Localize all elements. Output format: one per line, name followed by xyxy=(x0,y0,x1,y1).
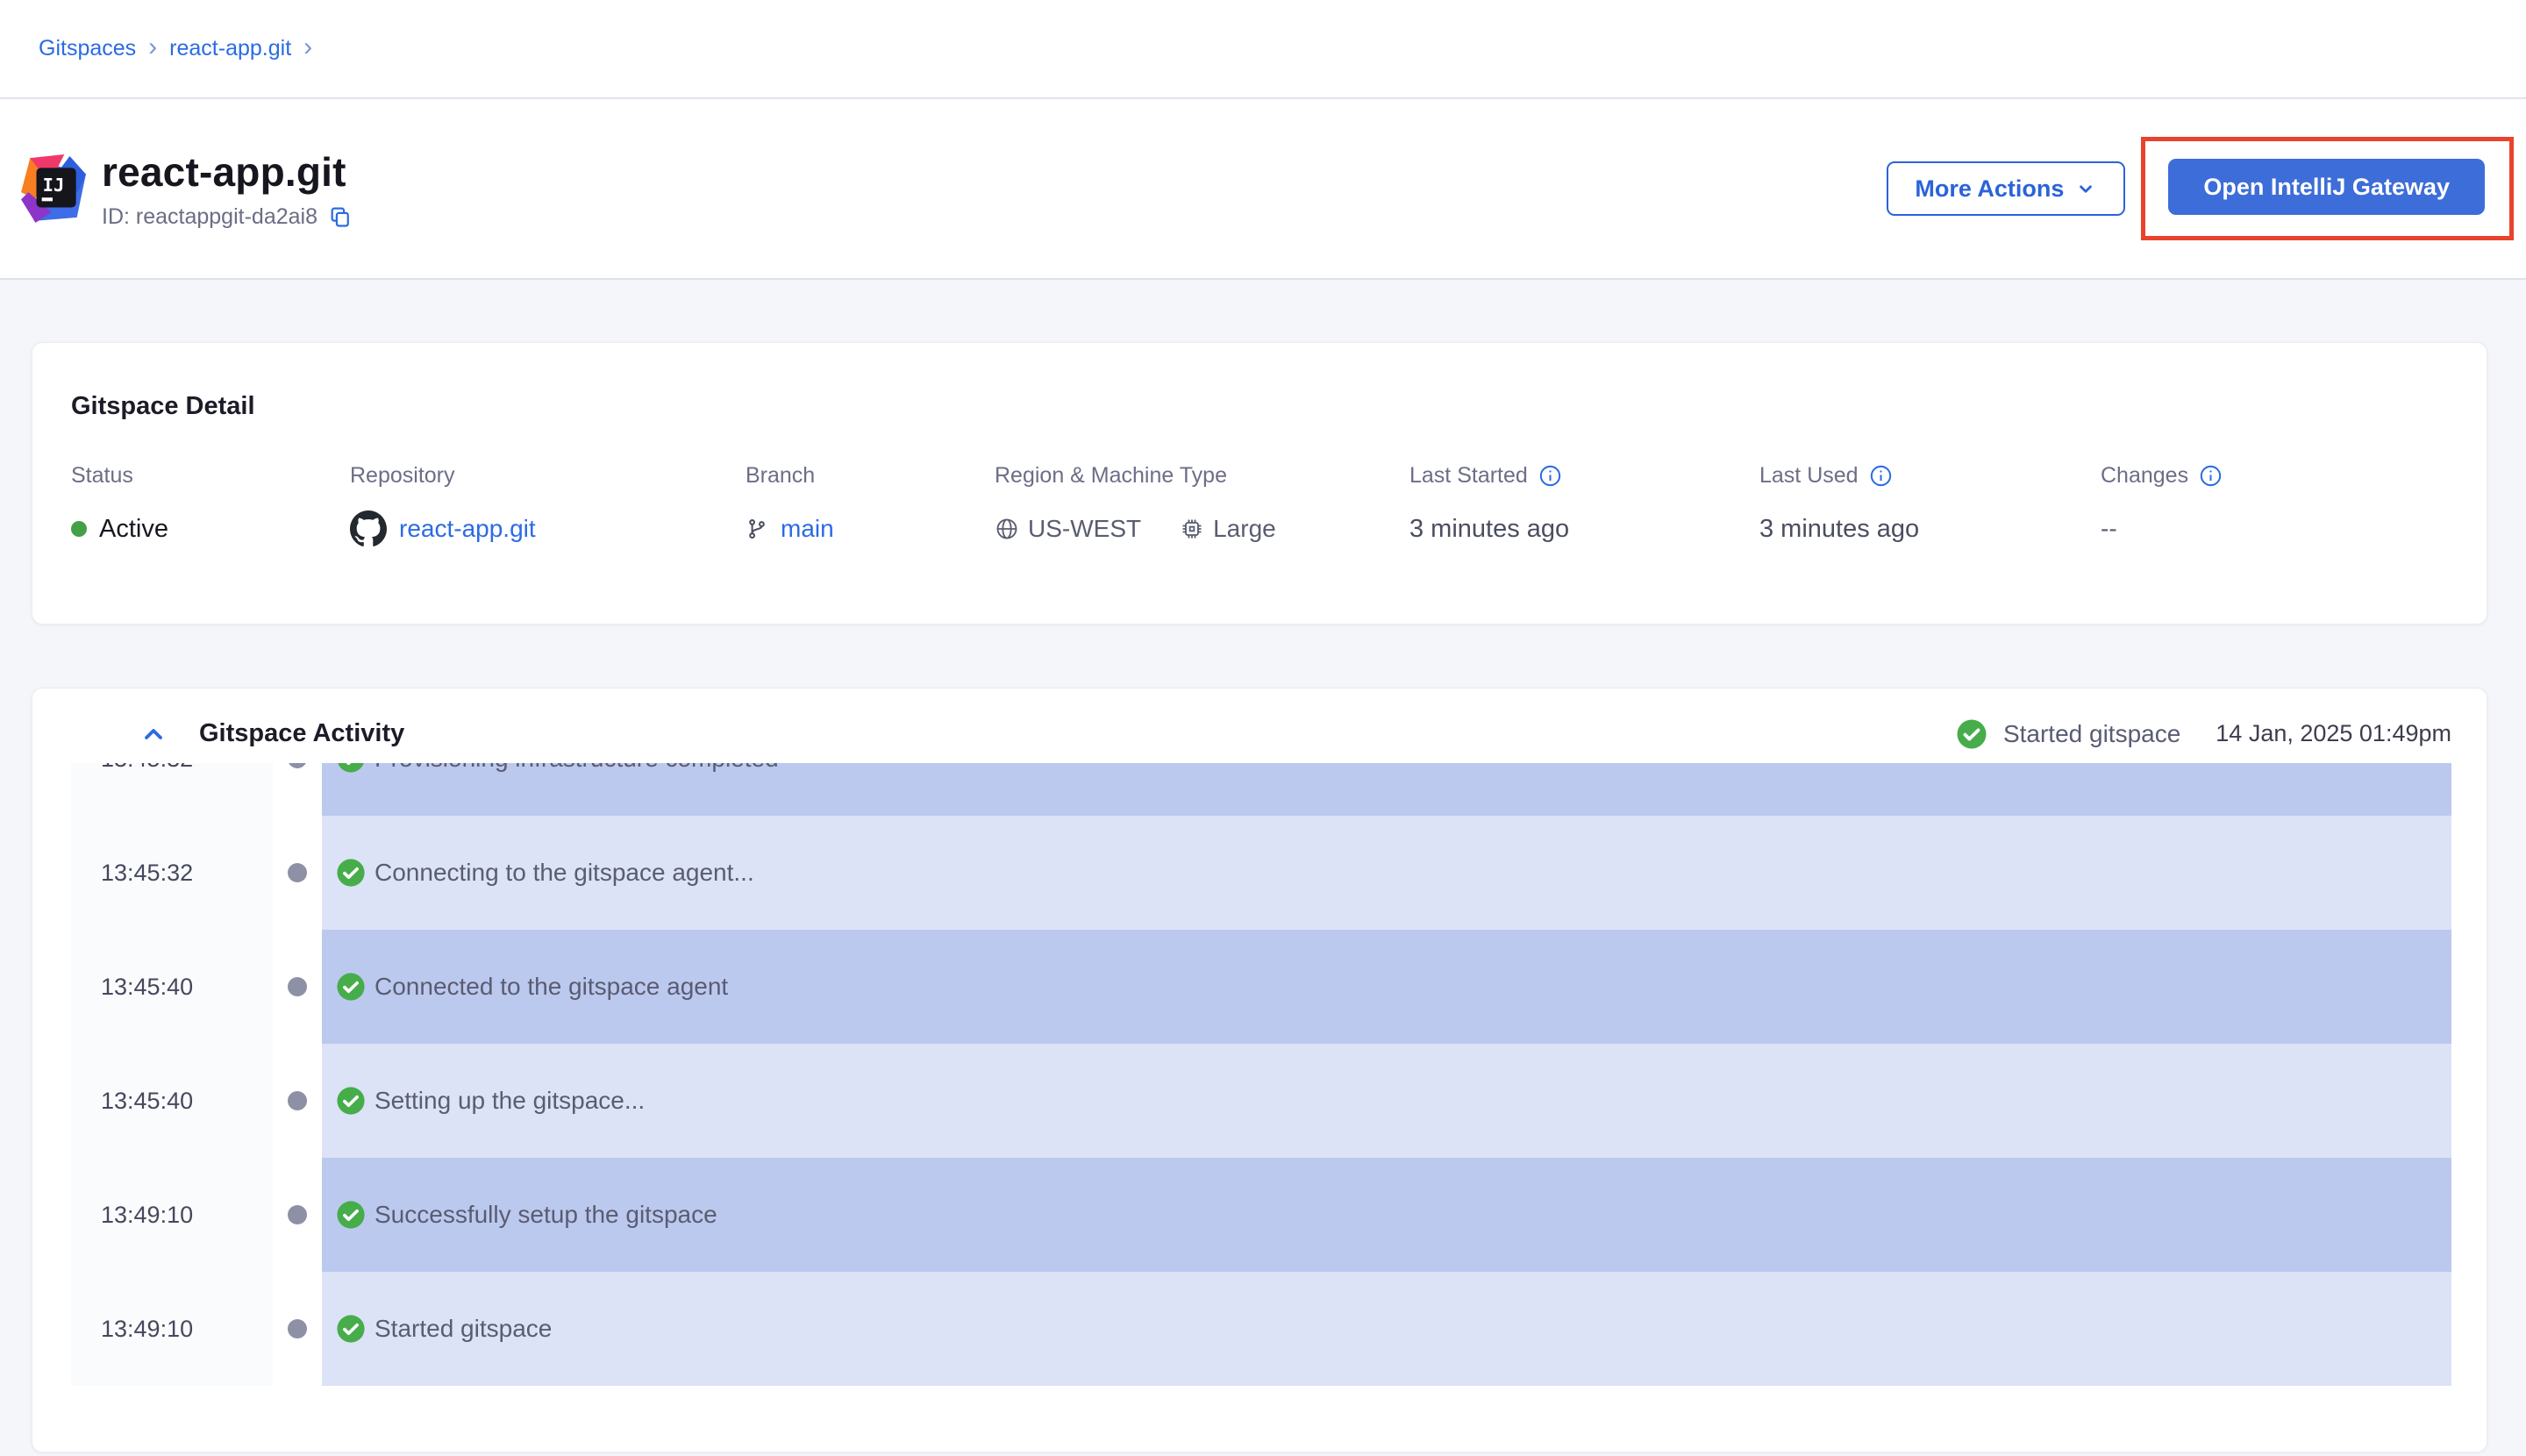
machine-chip-icon xyxy=(1180,517,1204,541)
timeline-dot-icon xyxy=(288,763,307,768)
open-intellij-gateway-button[interactable]: Open IntelliJ Gateway xyxy=(2168,159,2485,215)
changes-value: -- xyxy=(2101,510,2487,548)
activity-list: 13:45:32 Provisioning infrastructure com… xyxy=(71,763,2451,1386)
intellij-logo-icon: IJ xyxy=(21,154,86,223)
info-icon[interactable] xyxy=(1538,464,1562,488)
check-circle-icon xyxy=(336,1314,366,1344)
log-timestamp: 13:45:40 xyxy=(71,930,273,1044)
activity-log-scroll-area[interactable]: 13:45:32 Provisioning infrastructure com… xyxy=(71,763,2451,1386)
check-circle-icon xyxy=(336,1200,366,1230)
status-label: Status xyxy=(71,463,350,489)
timeline-dot-icon xyxy=(288,977,307,996)
activity-log-row: 13:49:10 Successfully setup the gitspace xyxy=(71,1158,2451,1272)
log-message: Connected to the gitspace agent xyxy=(375,973,728,1001)
github-icon xyxy=(350,510,387,547)
page-title: react-app.git xyxy=(102,148,353,196)
breadcrumb: Gitspaces › react-app.git › xyxy=(0,0,2526,99)
activity-card-title: Gitspace Activity xyxy=(199,719,404,748)
field-branch: Branch main xyxy=(746,463,995,548)
last-started-value: 3 minutes ago xyxy=(1409,510,1759,548)
field-changes: Changes -- xyxy=(2101,463,2487,548)
chevron-down-icon xyxy=(2074,177,2097,200)
main-content: Gitspace Detail Status Active Repository… xyxy=(0,280,2526,1452)
log-timestamp: 13:45:40 xyxy=(71,1044,273,1158)
log-message: Connecting to the gitspace agent... xyxy=(375,859,754,887)
timeline-lane xyxy=(273,1272,322,1386)
activity-log-row: 13:45:32 Connecting to the gitspace agen… xyxy=(71,816,2451,930)
git-branch-icon xyxy=(746,517,768,540)
machine-type-value: Large xyxy=(1213,515,1276,543)
timeline-dot-icon xyxy=(288,1091,307,1110)
check-circle-icon xyxy=(336,858,366,888)
collapse-chevron-up-icon[interactable] xyxy=(139,720,168,748)
svg-text:IJ: IJ xyxy=(43,175,65,196)
repository-label: Repository xyxy=(350,463,746,489)
timeline-lane xyxy=(273,816,322,930)
more-actions-button[interactable]: More Actions xyxy=(1887,161,2125,216)
field-last-used: Last Used 3 minutes ago xyxy=(1759,463,2101,548)
globe-icon xyxy=(995,517,1019,541)
gitspace-detail-card: Gitspace Detail Status Active Repository… xyxy=(32,342,2487,625)
log-message: Started gitspace xyxy=(375,1315,552,1343)
field-repository: Repository react-app.git xyxy=(350,463,746,548)
check-circle-icon xyxy=(1956,718,1987,750)
breadcrumb-link-current[interactable]: react-app.git xyxy=(169,36,291,61)
check-circle-icon xyxy=(336,1086,366,1116)
changes-label: Changes xyxy=(2101,463,2188,489)
annotation-highlight-box: Open IntelliJ Gateway xyxy=(2141,137,2514,240)
status-active-dot xyxy=(71,521,87,537)
check-circle-icon xyxy=(336,972,366,1002)
timeline-dot-icon xyxy=(288,1319,307,1338)
breadcrumb-separator-icon: › xyxy=(148,34,157,61)
copy-icon[interactable] xyxy=(328,204,353,229)
gitspace-id: ID: reactappgit-da2ai8 xyxy=(102,204,318,230)
branch-link[interactable]: main xyxy=(781,515,834,543)
timeline-lane xyxy=(273,1044,322,1158)
field-status: Status Active xyxy=(71,463,350,548)
status-value: Active xyxy=(99,515,168,544)
log-timestamp: 13:49:10 xyxy=(71,1158,273,1272)
timeline-lane xyxy=(273,930,322,1044)
check-circle-icon xyxy=(336,763,366,774)
activity-log-row: 13:49:10 Started gitspace xyxy=(71,1272,2451,1386)
timeline-dot-icon xyxy=(288,1205,307,1224)
activity-status-date: 14 Jan, 2025 01:49pm xyxy=(2216,720,2451,747)
breadcrumb-separator-icon: › xyxy=(303,34,312,61)
region-value: US-WEST xyxy=(1028,515,1141,543)
info-icon[interactable] xyxy=(1869,464,1893,488)
activity-log-row: 13:45:40 Setting up the gitspace... xyxy=(71,1044,2451,1158)
log-message: Provisioning infrastructure completed xyxy=(375,763,779,773)
field-region-machine: Region & Machine Type US-WEST Large xyxy=(995,463,1409,548)
timeline-dot-icon xyxy=(288,863,307,882)
branch-label: Branch xyxy=(746,463,995,489)
timeline-lane xyxy=(273,1158,322,1272)
log-message: Setting up the gitspace... xyxy=(375,1087,645,1115)
region-machine-label: Region & Machine Type xyxy=(995,463,1409,489)
detail-card-title: Gitspace Detail xyxy=(71,343,2487,421)
log-timestamp: 13:49:10 xyxy=(71,1272,273,1386)
activity-status-text: Started gitspace xyxy=(2003,720,2180,748)
field-last-started: Last Started 3 minutes ago xyxy=(1409,463,1759,548)
log-message: Successfully setup the gitspace xyxy=(375,1201,717,1229)
timeline-lane xyxy=(273,763,322,816)
page-header: IJ react-app.git ID: reactappgit-da2ai8 … xyxy=(0,99,2526,280)
info-icon[interactable] xyxy=(2199,464,2223,488)
activity-log-row: 13:45:32 Provisioning infrastructure com… xyxy=(71,763,2451,816)
gitspace-activity-card: Gitspace Activity Started gitspace 14 Ja… xyxy=(32,688,2487,1452)
last-started-label: Last Started xyxy=(1409,463,1528,489)
last-used-value: 3 minutes ago xyxy=(1759,510,2101,548)
activity-log-row: 13:45:40 Connected to the gitspace agent xyxy=(71,930,2451,1044)
log-timestamp: 13:45:32 xyxy=(71,816,273,930)
log-timestamp: 13:45:32 xyxy=(71,763,273,816)
breadcrumb-link-gitspaces[interactable]: Gitspaces xyxy=(39,36,136,61)
last-used-label: Last Used xyxy=(1759,463,1859,489)
title-block: IJ react-app.git ID: reactappgit-da2ai8 xyxy=(21,148,353,230)
repository-link[interactable]: react-app.git xyxy=(399,515,536,543)
